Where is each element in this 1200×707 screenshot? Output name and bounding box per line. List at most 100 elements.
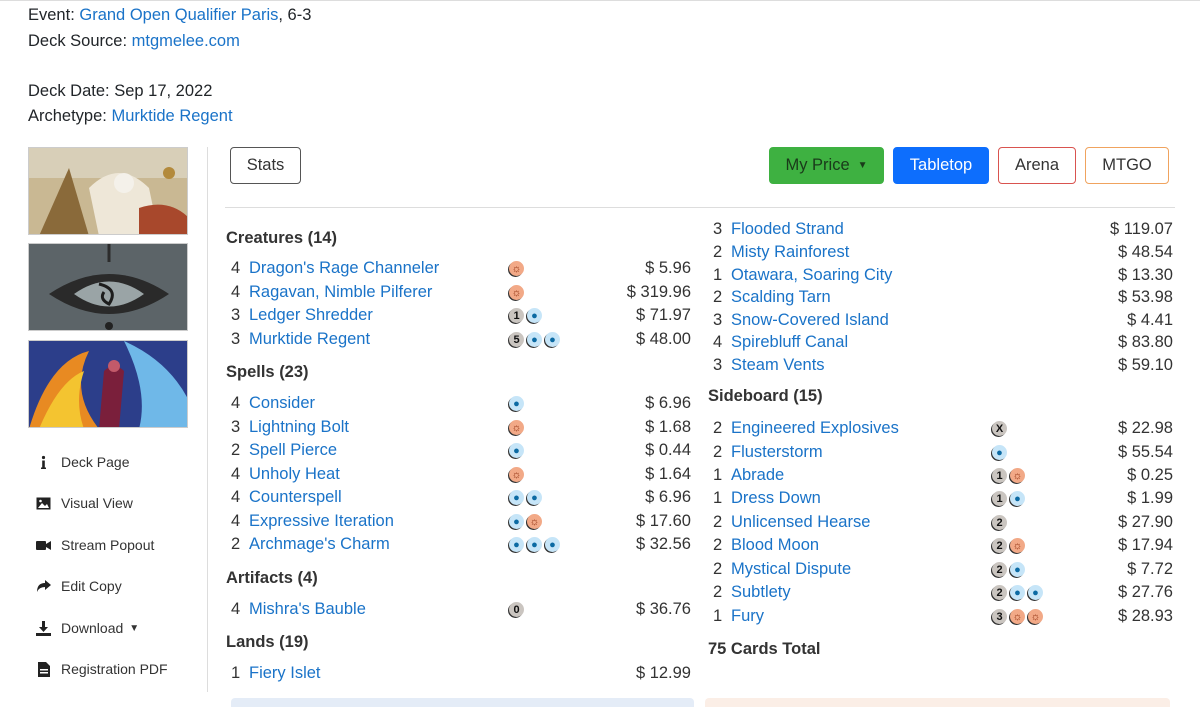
card-price: $ 71.97 <box>635 306 691 324</box>
card-row: 2 Engineered Explosives X $ 22.98 <box>713 417 1173 439</box>
card-name-link[interactable]: Fury <box>731 605 764 627</box>
card-name-link[interactable]: Steam Vents <box>731 354 825 376</box>
sidebar-item-deck-page[interactable]: Deck Page <box>36 452 129 472</box>
mana-red-icon: ☼ <box>509 467 524 482</box>
card-row: 2 Spell Pierce ● $ 0.44 <box>231 439 691 461</box>
caret-down-icon: ▼ <box>129 622 140 634</box>
card-art-thumbnail[interactable] <box>28 243 188 331</box>
mana-blue-icon: ● <box>509 537 524 552</box>
sidebar-item-label: Edit Copy <box>61 578 122 594</box>
section-heading-sideboard: Sideboard (15) <box>708 387 823 405</box>
card-row: 2 Subtlety 2 ● ● $ 27.76 <box>713 581 1173 603</box>
card-price: $ 1.64 <box>645 465 691 483</box>
mana-generic-icon: 2 <box>992 585 1007 600</box>
card-row: 4 Spirebluff Canal $ 83.80 <box>713 331 1173 353</box>
sidebar-item-visual-view[interactable]: Visual View <box>36 493 133 513</box>
mana-blue-icon: ● <box>527 537 542 552</box>
card-art-thumbnail[interactable] <box>28 147 188 235</box>
date-label: Deck Date: <box>28 82 115 100</box>
card-quantity: 4 <box>231 488 241 506</box>
card-name-link[interactable]: Counterspell <box>249 486 342 508</box>
mana-generic-icon: 0 <box>509 602 524 617</box>
mana-blue-icon: ● <box>1010 585 1025 600</box>
my-price-dropdown-button[interactable]: My Price ▼ <box>769 147 884 184</box>
card-name-link[interactable]: Ledger Shredder <box>249 304 373 326</box>
mana-cost: 2 <box>992 515 1007 530</box>
mtgo-button[interactable]: MTGO <box>1085 147 1169 184</box>
mana-blue-icon: ● <box>509 443 524 458</box>
card-name-link[interactable]: Flusterstorm <box>731 441 823 463</box>
card-name-link[interactable]: Snow-Covered Island <box>731 309 889 331</box>
card-name-link[interactable]: Engineered Explosives <box>731 417 899 439</box>
mana-cost: 1 ● <box>509 308 542 323</box>
mana-cost: 2 ● ● <box>992 585 1043 600</box>
card-name-link[interactable]: Otawara, Soaring City <box>731 264 892 286</box>
card-name-link[interactable]: Unholy Heat <box>249 463 340 485</box>
stats-button[interactable]: Stats <box>230 147 301 184</box>
card-row: 4 Dragon's Rage Channeler ☼ $ 5.96 <box>231 257 691 279</box>
sidebar-item-edit-copy[interactable]: Edit Copy <box>36 576 122 596</box>
arena-button[interactable]: Arena <box>998 147 1076 184</box>
card-name-link[interactable]: Flooded Strand <box>731 218 844 240</box>
card-price: $ 53.98 <box>1117 288 1173 306</box>
card-name-link[interactable]: Murktide Regent <box>249 328 370 350</box>
card-name-link[interactable]: Mystical Dispute <box>731 558 851 580</box>
card-name-link[interactable]: Subtlety <box>731 581 791 603</box>
mana-cost: X <box>992 421 1007 436</box>
mana-blue-icon: ● <box>509 490 524 505</box>
card-name-link[interactable]: Archmage's Charm <box>249 533 390 555</box>
pdf-file-icon <box>36 661 51 677</box>
archetype-label: Archetype: <box>28 107 112 125</box>
card-price: $ 59.10 <box>1117 356 1173 374</box>
mana-cost: 0 <box>509 602 524 617</box>
card-name-link[interactable]: Misty Rainforest <box>731 241 849 263</box>
bottom-panel-right <box>705 698 1170 707</box>
card-row: 4 Mishra's Bauble 0 $ 36.76 <box>231 598 691 620</box>
card-price: $ 22.98 <box>1117 419 1173 437</box>
mana-blue-icon: ● <box>1010 491 1025 506</box>
card-name-link[interactable]: Abrade <box>731 464 784 486</box>
card-name-link[interactable]: Spell Pierce <box>249 439 337 461</box>
card-quantity: 1 <box>231 664 241 682</box>
card-name-link[interactable]: Ragavan, Nimble Pilferer <box>249 281 432 303</box>
mana-generic-icon: 1 <box>992 468 1007 483</box>
mana-cost: 2 ☼ <box>992 538 1025 553</box>
card-name-link[interactable]: Lightning Bolt <box>249 416 349 438</box>
card-quantity: 4 <box>231 600 241 618</box>
card-name-link[interactable]: Unlicensed Hearse <box>731 511 870 533</box>
sidebar-item-registration-pdf[interactable]: Registration PDF <box>36 659 168 679</box>
source-link[interactable]: mtgmelee.com <box>132 32 240 50</box>
section-heading-artifacts: Artifacts (4) <box>226 569 318 587</box>
card-art-thumbnail[interactable] <box>28 340 188 428</box>
card-name-link[interactable]: Dragon's Rage Channeler <box>249 257 439 279</box>
card-name-link[interactable]: Dress Down <box>731 487 821 509</box>
mana-red-icon: ☼ <box>1010 468 1025 483</box>
info-icon <box>36 455 51 470</box>
section-heading-creatures: Creatures (14) <box>226 229 337 247</box>
card-name-link[interactable]: Blood Moon <box>731 534 819 556</box>
mana-cost: 1 ☼ <box>992 468 1025 483</box>
sidebar-item-stream-popout[interactable]: Stream Popout <box>36 535 154 555</box>
card-quantity: 4 <box>231 259 241 277</box>
card-name-link[interactable]: Expressive Iteration <box>249 510 394 532</box>
tabletop-button[interactable]: Tabletop <box>893 147 989 184</box>
card-price: $ 4.41 <box>1127 311 1173 329</box>
card-price: $ 32.56 <box>635 535 691 553</box>
sidebar-item-download[interactable]: Download ▼ <box>36 618 139 638</box>
video-camera-icon <box>36 538 51 553</box>
card-quantity: 4 <box>231 394 241 412</box>
card-name-link[interactable]: Spirebluff Canal <box>731 331 848 353</box>
card-row: 4 Unholy Heat ☼ $ 1.64 <box>231 463 691 485</box>
sidebar-item-label: Download <box>61 620 124 636</box>
card-name-link[interactable]: Scalding Tarn <box>731 286 831 308</box>
event-link[interactable]: Grand Open Qualifier Paris <box>79 6 278 24</box>
my-price-label: My Price <box>785 156 850 174</box>
card-price: $ 12.99 <box>635 664 691 682</box>
mana-red-icon: ☼ <box>509 285 524 300</box>
card-row: 1 Otawara, Soaring City $ 13.30 <box>713 264 1173 286</box>
card-name-link[interactable]: Consider <box>249 392 315 414</box>
archetype-link[interactable]: Murktide Regent <box>111 107 232 125</box>
card-name-link[interactable]: Fiery Islet <box>249 662 321 684</box>
mana-cost: 3 ☼ ☼ <box>992 609 1043 624</box>
card-name-link[interactable]: Mishra's Bauble <box>249 598 366 620</box>
